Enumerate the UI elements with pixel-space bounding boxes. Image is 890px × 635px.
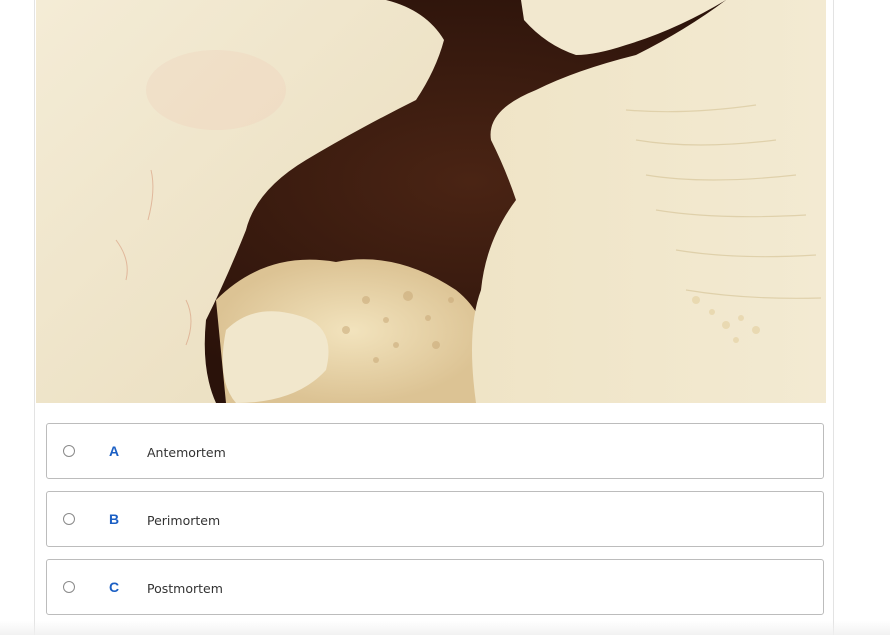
option-label: Perimortem bbox=[147, 513, 221, 528]
option-label: Postmortem bbox=[147, 581, 223, 596]
answer-option-b[interactable]: B Perimortem bbox=[46, 491, 824, 547]
option-label: Antemortem bbox=[147, 445, 226, 460]
answer-option-a[interactable]: A Antemortem bbox=[46, 423, 824, 479]
option-letter: C bbox=[109, 579, 120, 595]
radio-button[interactable] bbox=[63, 581, 75, 593]
question-card: A Antemortem B Perimortem C Postmortem bbox=[34, 0, 834, 635]
radio-button[interactable] bbox=[63, 445, 75, 457]
option-letter: B bbox=[109, 511, 120, 527]
question-image bbox=[36, 0, 826, 403]
radio-button[interactable] bbox=[63, 513, 75, 525]
answer-option-c[interactable]: C Postmortem bbox=[46, 559, 824, 615]
page: A Antemortem B Perimortem C Postmortem bbox=[0, 0, 890, 635]
option-letter: A bbox=[109, 443, 120, 459]
